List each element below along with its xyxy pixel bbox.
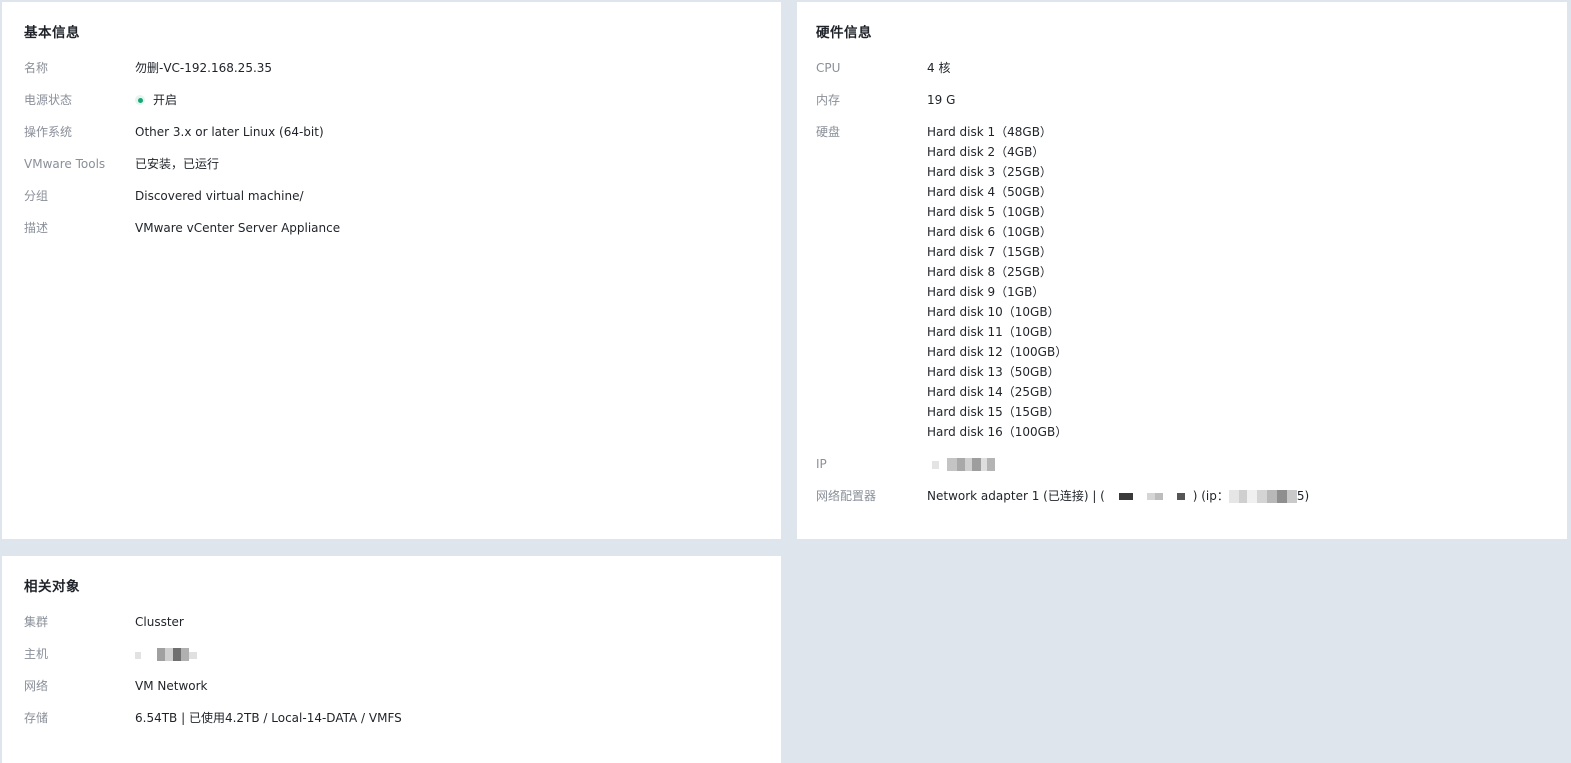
disk-item: Hard disk 13（50GB） bbox=[927, 365, 1060, 379]
basic-info-card: 基本信息 名称 勿删-VC-192.168.25.35 电源状态 开启 操作系统… bbox=[2, 2, 781, 539]
disk-item: Hard disk 8（25GB） bbox=[927, 265, 1052, 279]
ip-value-redacted bbox=[927, 456, 995, 472]
memory-value: 19 G bbox=[927, 93, 956, 107]
redacted-ip-mosaic bbox=[927, 458, 995, 471]
disk-item: Hard disk 4（50GB） bbox=[927, 185, 1052, 199]
disk-row: 硬盘 Hard disk 1（48GB） Hard disk 2（4GB） Ha… bbox=[816, 124, 1545, 440]
disk-item: Hard disk 3（25GB） bbox=[927, 165, 1052, 179]
memory-label: 内存 bbox=[816, 93, 841, 107]
disk-item: Hard disk 1（48GB） bbox=[927, 125, 1052, 139]
hardware-info-card: 硬件信息 CPU 4 核 内存 19 G 硬盘 Hard disk 1（48GB… bbox=[797, 2, 1567, 539]
cpu-row: CPU 4 核 bbox=[816, 60, 1545, 76]
hardware-info-title: 硬件信息 bbox=[816, 25, 872, 41]
disk-item: Hard disk 16（100GB） bbox=[927, 425, 1068, 439]
redacted-network-mosaic bbox=[1109, 490, 1193, 503]
os-value: Other 3.x or later Linux (64-bit) bbox=[135, 125, 324, 139]
vmware-tools-label: VMware Tools bbox=[24, 157, 106, 171]
group-row: 分组 Discovered virtual machine/ bbox=[24, 188, 759, 204]
name-value: 勿删-VC-192.168.25.35 bbox=[135, 61, 273, 75]
related-objects-title: 相关对象 bbox=[24, 579, 80, 595]
nic-value: Network adapter 1 (已连接) | ( ) (ip： 5) bbox=[927, 488, 1309, 504]
storage-row: 存储 6.54TB | 已使用4.2TB / Local-14-DATA / V… bbox=[24, 710, 759, 726]
disk-list: Hard disk 1（48GB） Hard disk 2（4GB） Hard … bbox=[927, 124, 1067, 440]
cpu-value: 4 核 bbox=[927, 61, 951, 75]
cluster-row: 集群 Clusster bbox=[24, 614, 759, 630]
ip-label: IP bbox=[816, 457, 827, 471]
power-state-value: 开启 bbox=[135, 92, 177, 108]
group-label: 分组 bbox=[24, 189, 49, 203]
disk-item: Hard disk 11（10GB） bbox=[927, 325, 1060, 339]
vmware-tools-value: 已安装，已运行 bbox=[135, 157, 220, 171]
disk-item: Hard disk 7（15GB） bbox=[927, 245, 1052, 259]
redacted-nic-ip-mosaic bbox=[1228, 490, 1297, 503]
redacted-host-mosaic bbox=[135, 648, 197, 661]
description-value: VMware vCenter Server Appliance bbox=[135, 221, 341, 235]
disk-item: Hard disk 5（10GB） bbox=[927, 205, 1052, 219]
nic-suffix: 5) bbox=[1296, 489, 1310, 503]
os-row: 操作系统 Other 3.x or later Linux (64-bit) bbox=[24, 124, 759, 140]
disk-item: Hard disk 14（25GB） bbox=[927, 385, 1060, 399]
cluster-label: 集群 bbox=[24, 615, 49, 629]
host-label: 主机 bbox=[24, 647, 49, 661]
power-state-label: 电源状态 bbox=[24, 93, 73, 107]
cpu-label: CPU bbox=[816, 61, 841, 75]
disk-label: 硬盘 bbox=[816, 125, 841, 139]
disk-item: Hard disk 15（15GB） bbox=[927, 405, 1060, 419]
name-row: 名称 勿删-VC-192.168.25.35 bbox=[24, 60, 759, 76]
disk-item: Hard disk 2（4GB） bbox=[927, 145, 1045, 159]
vmware-tools-row: VMware Tools 已安装，已运行 bbox=[24, 156, 759, 172]
power-on-status-icon bbox=[135, 95, 145, 105]
power-state-text: 开启 bbox=[153, 93, 178, 107]
nic-row: 网络配置器 Network adapter 1 (已连接) | ( ) (ip：… bbox=[816, 488, 1545, 504]
nic-prefix: Network adapter 1 (已连接) | ( bbox=[927, 489, 1105, 503]
disk-item: Hard disk 10（10GB） bbox=[927, 305, 1060, 319]
disk-item: Hard disk 6（10GB） bbox=[927, 225, 1052, 239]
disk-item: Hard disk 9（1GB） bbox=[927, 285, 1045, 299]
host-value-redacted bbox=[135, 646, 197, 662]
network-label: 网络 bbox=[24, 679, 49, 693]
storage-value: 6.54TB | 已使用4.2TB / Local-14-DATA / VMFS bbox=[135, 711, 402, 725]
network-value: VM Network bbox=[135, 679, 208, 693]
power-state-row: 电源状态 开启 bbox=[24, 92, 759, 108]
disk-item: Hard disk 12（100GB） bbox=[927, 345, 1068, 359]
memory-row: 内存 19 G bbox=[816, 92, 1545, 108]
description-row: 描述 VMware vCenter Server Appliance bbox=[24, 220, 759, 236]
nic-label: 网络配置器 bbox=[816, 489, 877, 503]
os-label: 操作系统 bbox=[24, 125, 73, 139]
ip-row: IP bbox=[816, 456, 1545, 472]
related-objects-card: 相关对象 集群 Clusster 主机 网络 VM Network 存储 6.5… bbox=[2, 556, 781, 763]
cluster-value: Clusster bbox=[135, 615, 184, 629]
storage-label: 存储 bbox=[24, 711, 49, 725]
basic-info-title: 基本信息 bbox=[24, 25, 80, 41]
name-label: 名称 bbox=[24, 61, 49, 75]
group-value: Discovered virtual machine/ bbox=[135, 189, 304, 203]
host-row: 主机 bbox=[24, 646, 759, 662]
nic-mid: ) (ip： bbox=[1192, 489, 1229, 503]
network-row: 网络 VM Network bbox=[24, 678, 759, 694]
description-label: 描述 bbox=[24, 221, 49, 235]
